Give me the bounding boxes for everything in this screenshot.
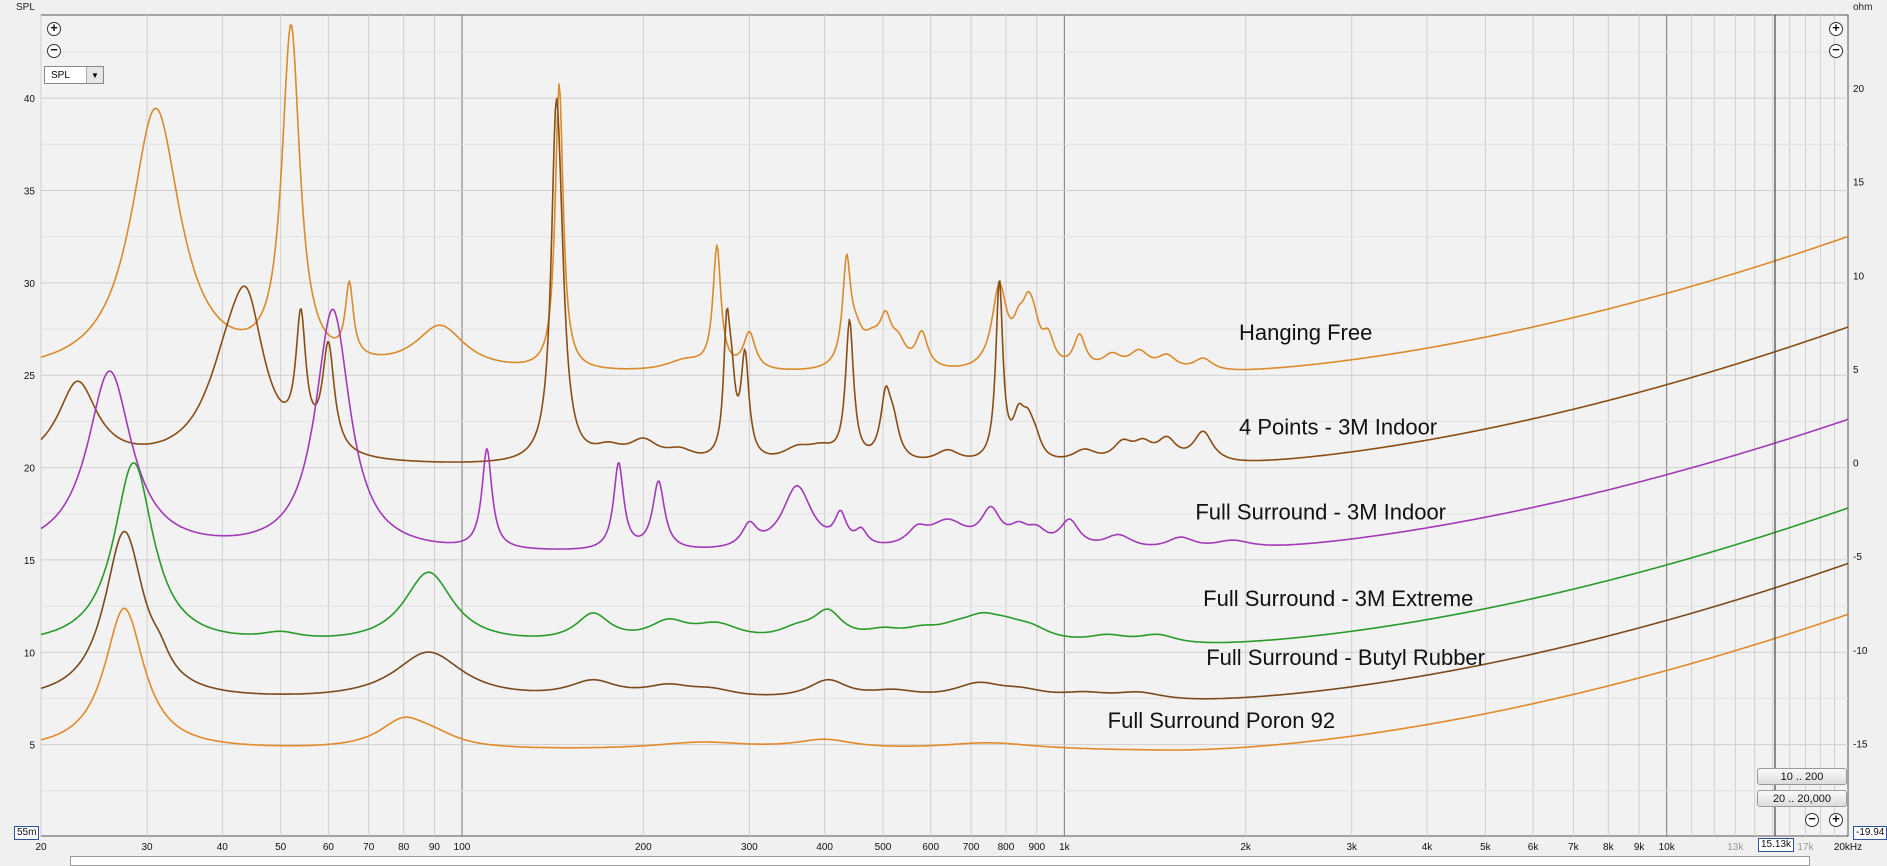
series-label: Hanging Free [1239,320,1372,345]
y-left-tick-label: 15 [24,556,36,567]
series-label: 4 Points - 3M Indoor [1239,414,1437,439]
rew-graph-window: 20 30 40 50 60 70 80 90 100 200 300 400 500 600 700 800… [0,0,1887,866]
x-tick-label: 900 [1028,842,1045,853]
y-right-tick-label: 0 [1853,459,1859,470]
x-tick-label: 17k [1797,842,1814,853]
series-label: Full Surround - Butyl Rubber [1206,645,1485,670]
horizontal-scrollbar[interactable] [70,856,1810,866]
x-tick-label: 5k [1480,842,1492,853]
x-tick-label: 8k [1603,842,1615,853]
y-left-tick-label: 25 [24,371,36,382]
x-tick-label: 80 [398,842,410,853]
x-tick-label: 700 [963,842,980,853]
y-right-tick-label: -10 [1853,646,1868,657]
series-label: Full Surround - 3M Extreme [1203,586,1473,611]
y-right-tick-label: -15 [1853,739,1868,750]
x-tick-label: 2k [1240,842,1252,853]
x-tick-label: 40 [217,842,229,853]
x-tick-label: 90 [429,842,441,853]
x-zoom-out-icon[interactable]: − [1805,812,1819,827]
range-10-200-button[interactable]: 10 .. 200 [1757,768,1847,785]
spl-select-value: SPL [51,69,70,81]
y-left-tick-label: 35 [24,186,36,197]
y-right-tick-label: 20 [1853,84,1865,95]
x-tick-label: 200 [635,842,652,853]
left-axis-unit: SPL [16,2,35,13]
y-right-tick-label: 10 [1853,271,1865,282]
x-tick-label: 1k [1059,842,1071,853]
y-left-tick-label: 40 [24,94,36,105]
x-tick-label: 13k [1727,842,1744,853]
y-left-tick-label: 10 [24,648,36,659]
series-label: Full Surround - 3M Indoor [1195,499,1446,524]
y-left-tick-label: 20 [24,464,36,475]
y-right-tick-label: -5 [1853,552,1862,563]
x-tick-label: 50 [275,842,287,853]
y-right-tick-label: 15 [1853,178,1865,189]
x-tick-label: 300 [741,842,758,853]
zoom-out-icon[interactable]: − [47,43,61,58]
cursor-frequency-readout: 15.13k [1758,838,1795,852]
x-zoom-in-icon[interactable]: + [1829,812,1843,827]
frequency-response-chart[interactable]: 20 30 40 50 60 70 80 90 100 200 300 400 500 600 700 800… [0,0,1887,866]
x-tick-label: 10k [1659,842,1676,853]
y-left-tick-label: 30 [24,279,36,290]
x-tick-label: 9k [1634,842,1646,853]
y-left-tick-label: 5 [29,741,35,752]
x-tick-label: 4k [1422,842,1434,853]
x-tick-label: 6k [1528,842,1540,853]
range-20-20000-button[interactable]: 20 .. 20,000 [1757,790,1847,807]
x-tick-label: 400 [816,842,833,853]
right-zoom-out-icon[interactable]: − [1829,43,1843,58]
right-axis-unit: ohm [1853,2,1873,13]
x-tick-label: 30 [142,842,154,853]
spl-select[interactable]: SPL ▼ [44,66,104,84]
right-axis-min-readout[interactable]: -19.94 [1853,826,1887,840]
y-right-tick-label: 5 [1853,365,1859,376]
zoom-in-icon[interactable]: + [47,21,61,36]
left-axis-min-readout[interactable]: 55m [14,826,40,840]
right-zoom-in-icon[interactable]: + [1829,21,1843,36]
x-tick-label: 70 [363,842,375,853]
chevron-down-icon: ▼ [86,67,103,83]
x-tick-label: 3k [1346,842,1358,853]
series-label: Full Surround Poron 92 [1108,708,1335,733]
x-tick-label: 800 [998,842,1015,853]
x-tick-label: 20 [35,842,47,853]
x-tick-label: 600 [922,842,939,853]
x-tick-label: 100 [454,842,471,853]
x-tick-label: 500 [875,842,892,853]
x-tick-label: 60 [323,842,335,853]
x-tick-label: 7k [1568,842,1580,853]
x-tick-label: 20kHz [1834,842,1862,853]
